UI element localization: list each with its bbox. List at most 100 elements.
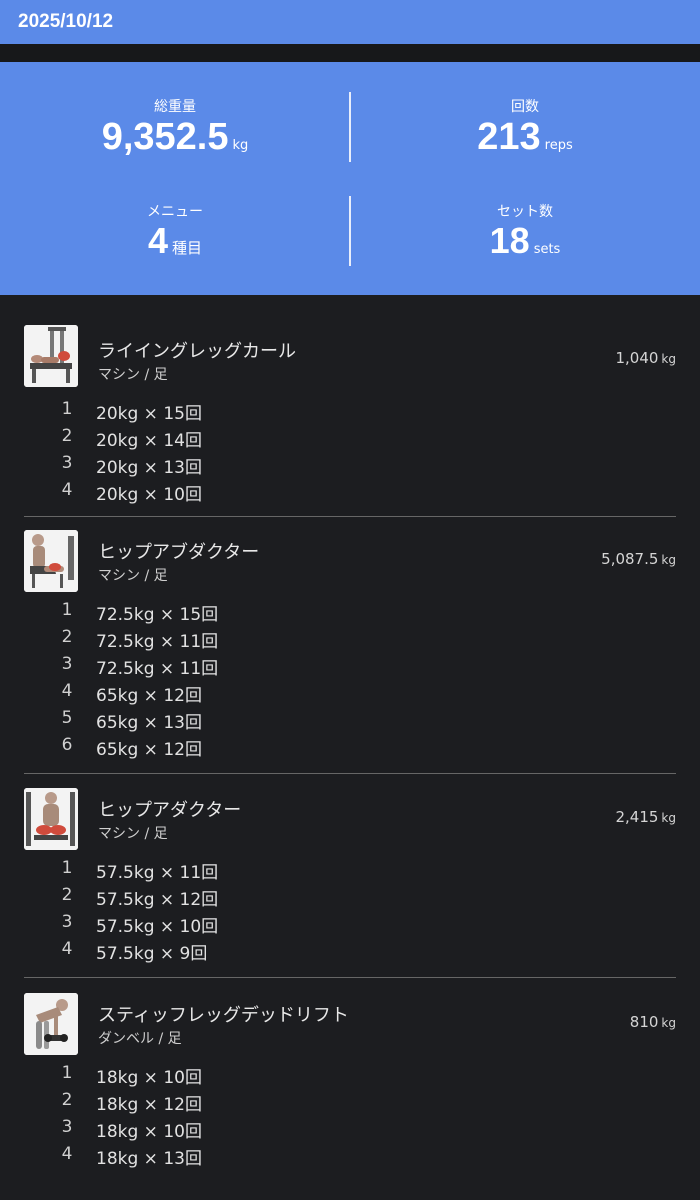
set-detail: 65kg × 12回 [96, 686, 202, 706]
reps-stat: 回数 213 reps [350, 96, 700, 156]
set-row: 2 57.5kg × 12回 [0, 885, 700, 911]
set-detail: 72.5kg × 15回 [96, 605, 219, 625]
set-detail: 72.5kg × 11回 [96, 659, 219, 679]
set-number: 4 [61, 939, 73, 959]
lying-leg-curl-image [24, 325, 78, 387]
set-row: 1 20kg × 15回 [0, 399, 700, 425]
set-number: 1 [61, 1063, 73, 1083]
set-row: 4 20kg × 10回 [0, 480, 700, 506]
set-number: 2 [61, 627, 73, 647]
set-detail: 72.5kg × 11回 [96, 632, 219, 652]
total-weight-value: 9,352.5 [101, 116, 229, 158]
set-number: 2 [61, 885, 73, 905]
set-row: 3 20kg × 13回 [0, 453, 700, 479]
menu-label: メニュー [147, 204, 203, 220]
exercise-name: ヒップアブダクター [98, 542, 260, 563]
set-number: 5 [61, 708, 73, 728]
reps-label: 回数 [511, 99, 539, 115]
set-detail: 20kg × 13回 [96, 458, 202, 478]
set-row: 4 57.5kg × 9回 [0, 939, 700, 965]
set-number: 3 [61, 453, 73, 473]
exercise-total: 810 kg [630, 1013, 676, 1031]
set-number: 1 [61, 600, 73, 620]
set-number: 1 [61, 399, 73, 419]
exercise-total-value: 5,087.5 [601, 550, 659, 568]
set-detail: 57.5kg × 10回 [96, 917, 219, 937]
menu-stat: メニュー 4 種目 [0, 201, 350, 259]
set-detail: 20kg × 10回 [96, 485, 202, 505]
sets-value: 18 [489, 220, 530, 261]
set-number: 1 [61, 858, 73, 878]
set-row: 1 18kg × 10回 [0, 1063, 700, 1089]
sets-label: セット数 [497, 204, 553, 220]
exercise-total-unit: kg [661, 811, 676, 825]
hip-abductor-image [24, 530, 78, 592]
set-detail: 57.5kg × 11回 [96, 863, 219, 883]
menu-unit: 種目 [172, 239, 203, 257]
set-number: 3 [61, 912, 73, 932]
sets-unit: sets [533, 242, 561, 257]
header-separator [0, 44, 700, 62]
exercise-total-unit: kg [661, 1016, 676, 1030]
set-row: 3 18kg × 10回 [0, 1117, 700, 1143]
exercise-name: ライイングレッグカール [98, 341, 296, 362]
exercise-total-value: 810 [629, 1013, 659, 1031]
exercise-divider [24, 516, 676, 517]
set-detail: 18kg × 13回 [96, 1149, 202, 1169]
set-number: 3 [61, 654, 73, 674]
total-weight-unit: kg [232, 138, 249, 153]
set-detail: 65kg × 12回 [96, 740, 202, 760]
sets-stat: セット数 18 sets [350, 201, 700, 259]
set-detail: 20kg × 15回 [96, 404, 202, 424]
set-number: 4 [61, 480, 73, 500]
exercise-category: マシン / 足 [98, 367, 168, 383]
set-row: 6 65kg × 12回 [0, 735, 700, 761]
exercise-total-unit: kg [661, 352, 676, 366]
set-row: 3 57.5kg × 10回 [0, 912, 700, 938]
set-row: 1 57.5kg × 11回 [0, 858, 700, 884]
exercise-divider [24, 773, 676, 774]
exercise-total-unit: kg [661, 553, 676, 567]
set-detail: 57.5kg × 12回 [96, 890, 219, 910]
exercise-total: 5,087.5 kg [601, 550, 676, 568]
workout-date[interactable]: 2025/10/12 [18, 11, 113, 32]
set-detail: 65kg × 13回 [96, 713, 202, 733]
total-weight-stat: 総重量 9,352.5 kg [0, 96, 350, 156]
set-number: 2 [61, 426, 73, 446]
set-row: 3 72.5kg × 11回 [0, 654, 700, 680]
set-detail: 18kg × 10回 [96, 1122, 202, 1142]
set-row: 1 72.5kg × 15回 [0, 600, 700, 626]
exercise-category: マシン / 足 [98, 568, 168, 584]
set-detail: 57.5kg × 9回 [96, 944, 208, 964]
menu-value: 4 [147, 220, 168, 261]
exercise-total: 2,415 kg [615, 808, 676, 826]
set-number: 4 [61, 1144, 73, 1164]
set-row: 2 20kg × 14回 [0, 426, 700, 452]
exercise-total-value: 1,040 [615, 349, 659, 367]
set-number: 6 [61, 735, 73, 755]
set-number: 4 [61, 681, 73, 701]
set-detail: 18kg × 10回 [96, 1068, 202, 1088]
exercise-total-value: 2,415 [615, 808, 659, 826]
set-number: 3 [61, 1117, 73, 1137]
hip-adductor-image [24, 788, 78, 850]
set-row: 5 65kg × 13回 [0, 708, 700, 734]
exercise-name: スティッフレッグデッドリフト [98, 1005, 349, 1026]
exercise-category: ダンベル / 足 [98, 1031, 182, 1047]
set-detail: 20kg × 14回 [96, 431, 202, 451]
stiff-leg-deadlift-image [24, 993, 78, 1055]
exercise-total: 1,040 kg [615, 349, 676, 367]
total-weight-label: 総重量 [154, 99, 196, 115]
set-row: 2 18kg × 12回 [0, 1090, 700, 1116]
set-row: 2 72.5kg × 11回 [0, 627, 700, 653]
exercise-category: マシン / 足 [98, 826, 168, 842]
set-number: 2 [61, 1090, 73, 1110]
reps-unit: reps [544, 138, 573, 153]
reps-value: 213 [477, 116, 541, 158]
set-row: 4 18kg × 13回 [0, 1144, 700, 1170]
exercise-divider [24, 977, 676, 978]
app-header: 2025/10/12 [0, 0, 700, 44]
set-detail: 18kg × 12回 [96, 1095, 202, 1115]
workout-summary: 総重量 9,352.5 kg 回数 213 reps メニュー 4 種目 セット数 1… [0, 62, 700, 295]
set-row: 4 65kg × 12回 [0, 681, 700, 707]
